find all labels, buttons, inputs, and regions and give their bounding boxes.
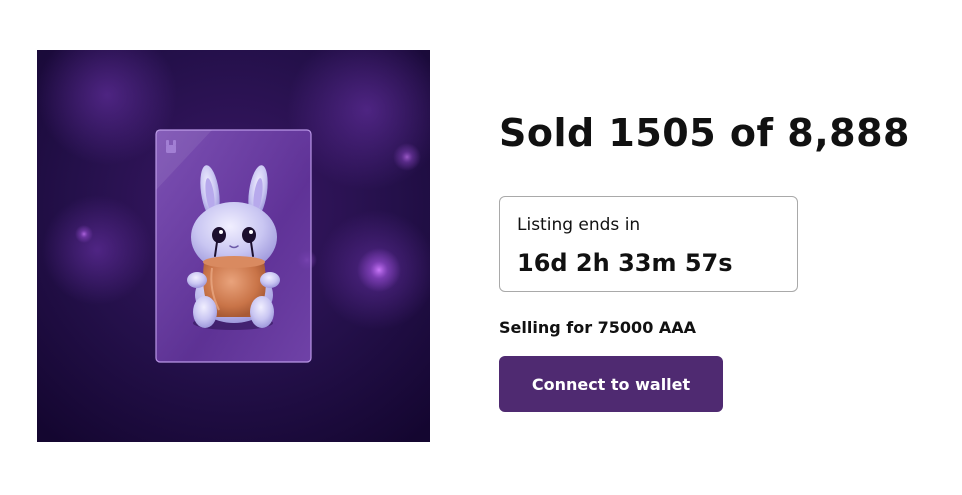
- connect-wallet-button[interactable]: Connect to wallet: [499, 356, 723, 412]
- sale-info-panel: Sold 1505 of 8,888 Listing ends in 16d 2…: [499, 108, 939, 412]
- nft-sale-page: Sold 1505 of 8,888 Listing ends in 16d 2…: [0, 0, 962, 495]
- nft-artwork: [37, 50, 430, 442]
- sold-count-title: Sold 1505 of 8,888: [499, 111, 910, 155]
- countdown-timer: 16d 2h 33m 57s: [517, 249, 733, 277]
- glow-orb: [357, 248, 401, 292]
- listing-countdown-box: Listing ends in 16d 2h 33m 57s: [499, 196, 798, 292]
- selling-price-text: Selling for 75000 AAA: [499, 318, 697, 337]
- listing-ends-label: Listing ends in: [517, 215, 641, 235]
